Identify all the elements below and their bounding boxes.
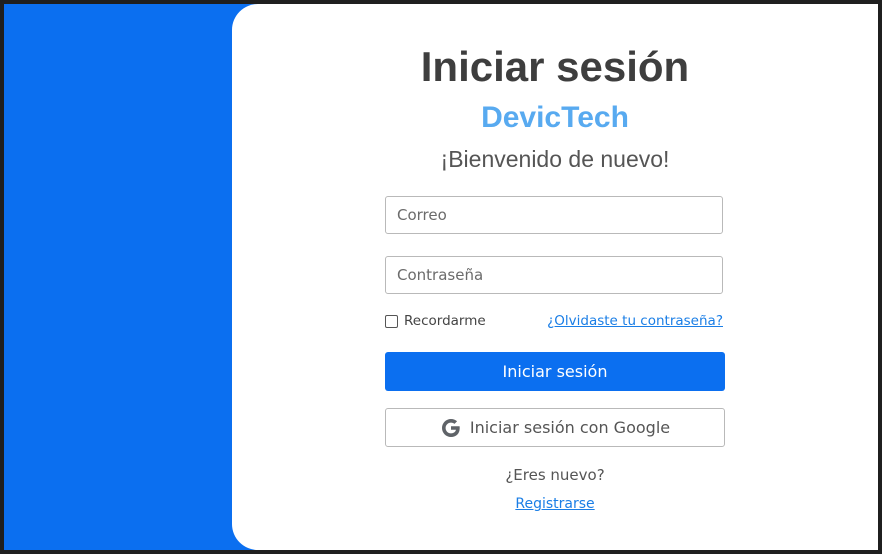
login-button[interactable]: Iniciar sesión bbox=[385, 352, 725, 391]
page-title: Iniciar sesión bbox=[420, 43, 690, 90]
password-field[interactable] bbox=[385, 256, 723, 294]
remember-me[interactable]: Recordarme bbox=[385, 312, 486, 330]
google-icon bbox=[440, 417, 462, 439]
remember-checkbox[interactable] bbox=[385, 314, 398, 328]
new-user-text: ¿Eres nuevo? bbox=[505, 466, 605, 484]
google-login-label: Iniciar sesión con Google bbox=[469, 418, 671, 437]
register-link[interactable]: Registrarse bbox=[232, 496, 878, 512]
login-form: Iniciar sesión DevicTech ¡Bienvenido de … bbox=[232, 4, 878, 550]
google-login-button[interactable]: Iniciar sesión con Google bbox=[385, 408, 725, 447]
app-frame: Iniciar sesión DevicTech ¡Bienvenido de … bbox=[4, 4, 878, 550]
welcome-message: ¡Bienvenido de nuevo! bbox=[440, 146, 670, 172]
login-panel: Iniciar sesión DevicTech ¡Bienvenido de … bbox=[232, 4, 878, 550]
brand-name: DevicTech bbox=[481, 101, 629, 134]
remember-label: Recordarme bbox=[404, 313, 486, 329]
forgot-password-link[interactable]: ¿Olvidaste tu contraseña? bbox=[547, 312, 723, 330]
email-field[interactable] bbox=[385, 196, 723, 234]
